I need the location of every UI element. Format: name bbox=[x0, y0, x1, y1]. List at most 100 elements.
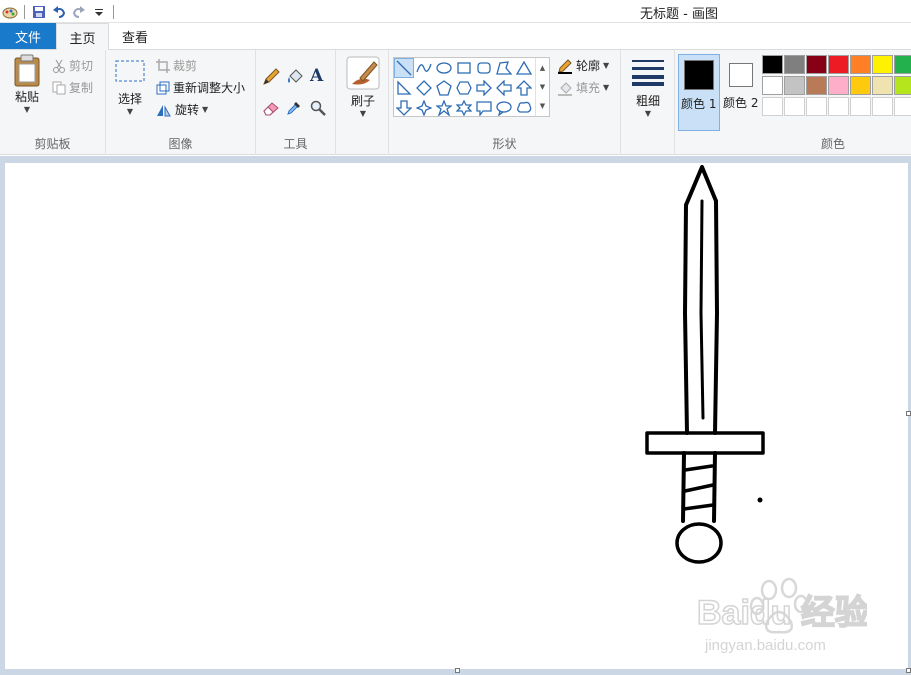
triangle-shape-icon[interactable] bbox=[514, 58, 534, 78]
tab-view[interactable]: 查看 bbox=[110, 23, 160, 50]
palette-color-swatch[interactable] bbox=[850, 76, 871, 95]
ribbon-tabs: 文件 主页 查看 bbox=[0, 23, 911, 50]
select-button[interactable]: 选择 ▼ bbox=[112, 58, 148, 116]
curve-shape-icon[interactable] bbox=[414, 58, 434, 78]
quick-access-toolbar bbox=[0, 2, 118, 22]
size-group: 粗细 ▼ bbox=[621, 50, 675, 155]
hexagon-shape-icon[interactable] bbox=[454, 78, 474, 98]
custom-color-slot[interactable] bbox=[762, 97, 783, 116]
palette-color-swatch[interactable] bbox=[828, 55, 849, 74]
palette-color-swatch[interactable] bbox=[784, 55, 805, 74]
canvas-resize-handle-bottom[interactable] bbox=[455, 668, 460, 673]
copy-icon bbox=[52, 81, 66, 94]
image-group: 选择 ▼ 裁剪 重新调整大小 旋转 ▼ 图像 bbox=[106, 50, 256, 155]
magnifier-tool-button[interactable] bbox=[310, 100, 326, 116]
shapes-group-label: 形状 bbox=[492, 137, 517, 151]
size-button[interactable]: 粗细 ▼ bbox=[629, 58, 667, 118]
color-picker-tool-button[interactable] bbox=[286, 100, 302, 116]
color-palette bbox=[762, 55, 911, 121]
color1-button[interactable]: 颜色 1 bbox=[678, 54, 720, 131]
brushes-group: 刷子 ▼ bbox=[336, 50, 389, 155]
rounded-rectangle-shape-icon[interactable] bbox=[474, 58, 494, 78]
palette-color-swatch[interactable] bbox=[784, 76, 805, 95]
paste-button[interactable]: 粘贴 ▼ bbox=[8, 54, 46, 114]
palette-color-swatch[interactable] bbox=[850, 55, 871, 74]
palette-color-swatch[interactable] bbox=[872, 76, 893, 95]
oval-callout-shape-icon[interactable] bbox=[494, 98, 514, 118]
redo-icon[interactable] bbox=[69, 2, 89, 22]
resize-button[interactable]: 重新调整大小 bbox=[156, 79, 245, 96]
text-tool-icon[interactable]: A bbox=[310, 66, 323, 86]
custom-color-slot[interactable] bbox=[828, 97, 849, 116]
select-rectangle-icon bbox=[115, 60, 145, 82]
palette-color-swatch[interactable] bbox=[806, 76, 827, 95]
rectangular-callout-shape-icon[interactable] bbox=[474, 98, 494, 118]
oval-shape-icon[interactable] bbox=[434, 58, 454, 78]
window-title: 无标题 - 画图 bbox=[640, 7, 718, 22]
shapes-gallery-scroll[interactable]: ▲ ▼ ▼ bbox=[535, 58, 549, 116]
right-arrow-shape-icon[interactable] bbox=[474, 78, 494, 98]
cut-button[interactable]: 剪切 bbox=[52, 57, 93, 74]
four-point-star-shape-icon[interactable] bbox=[414, 98, 434, 118]
pencil-tool-button[interactable] bbox=[262, 68, 280, 86]
custom-color-slot[interactable] bbox=[872, 97, 893, 116]
scroll-down-icon[interactable]: ▼ bbox=[540, 83, 545, 91]
custom-color-slot[interactable] bbox=[894, 97, 911, 116]
crop-button[interactable]: 裁剪 bbox=[156, 57, 197, 74]
pentagon-shape-icon[interactable] bbox=[434, 78, 454, 98]
fill-tool-button[interactable] bbox=[286, 68, 304, 86]
palette-color-swatch[interactable] bbox=[872, 55, 893, 74]
rotate-button[interactable]: 旋转 ▼ bbox=[156, 101, 208, 118]
custom-color-slot[interactable] bbox=[806, 97, 827, 116]
expand-gallery-icon[interactable]: ▼ bbox=[540, 102, 545, 110]
fill-button[interactable]: 填充 ▼ bbox=[557, 79, 609, 96]
watermark-brand: Baidu 经验 bbox=[697, 593, 867, 632]
palette-color-swatch[interactable] bbox=[762, 55, 783, 74]
palette-color-swatch[interactable] bbox=[762, 76, 783, 95]
undo-icon[interactable] bbox=[49, 2, 69, 22]
palette-color-swatch[interactable] bbox=[806, 55, 827, 74]
custom-color-slot[interactable] bbox=[784, 97, 805, 116]
colors-group: 颜色 1 颜色 2 颜色 bbox=[675, 50, 911, 155]
outline-pencil-icon bbox=[558, 58, 572, 74]
chevron-down-icon: ▼ bbox=[23, 105, 31, 114]
paint-app-icon[interactable] bbox=[0, 2, 20, 22]
down-arrow-shape-icon[interactable] bbox=[394, 98, 414, 118]
copy-label: 复制 bbox=[69, 81, 94, 95]
right-triangle-shape-icon[interactable] bbox=[394, 78, 414, 98]
tools-group-label: 工具 bbox=[283, 137, 308, 151]
copy-button[interactable]: 复制 bbox=[52, 79, 93, 96]
scroll-up-icon[interactable]: ▲ bbox=[540, 64, 545, 72]
customize-qat-icon[interactable] bbox=[89, 2, 109, 22]
outline-button[interactable]: 轮廓 ▼ bbox=[557, 57, 609, 74]
tab-file[interactable]: 文件 bbox=[0, 23, 56, 49]
cut-label: 剪切 bbox=[69, 59, 94, 73]
rotate-label: 旋转 bbox=[175, 103, 200, 117]
up-arrow-shape-icon[interactable] bbox=[514, 78, 534, 98]
line-shape-icon[interactable] bbox=[394, 58, 414, 78]
six-point-star-shape-icon[interactable] bbox=[454, 98, 474, 118]
baidu-paw-logo: Baidu 经验 jingyan.baidu.com bbox=[696, 577, 870, 654]
palette-color-swatch[interactable] bbox=[894, 55, 911, 74]
diamond-shape-icon[interactable] bbox=[414, 78, 434, 98]
canvas-resize-handle-right[interactable] bbox=[906, 411, 911, 416]
left-arrow-shape-icon[interactable] bbox=[494, 78, 514, 98]
five-point-star-shape-icon[interactable] bbox=[434, 98, 454, 118]
sword-crossguard bbox=[645, 431, 765, 455]
polygon-shape-icon[interactable] bbox=[494, 58, 514, 78]
cloud-callout-shape-icon[interactable] bbox=[514, 98, 534, 118]
eraser-tool-button[interactable] bbox=[262, 100, 280, 116]
tab-home[interactable]: 主页 bbox=[56, 23, 109, 50]
pencil-icon bbox=[263, 68, 280, 85]
rectangle-shape-icon[interactable] bbox=[454, 58, 474, 78]
paint-bucket-icon bbox=[288, 69, 303, 83]
save-icon[interactable] bbox=[29, 2, 49, 22]
color2-button[interactable]: 颜色 2 bbox=[721, 54, 761, 131]
sword-fuller bbox=[699, 199, 705, 420]
eraser-icon bbox=[263, 102, 279, 116]
canvas-resize-handle-corner[interactable] bbox=[906, 668, 911, 673]
palette-color-swatch[interactable] bbox=[894, 76, 911, 95]
brushes-button[interactable]: 刷子 ▼ bbox=[343, 56, 383, 118]
custom-color-slot[interactable] bbox=[850, 97, 871, 116]
palette-color-swatch[interactable] bbox=[828, 76, 849, 95]
